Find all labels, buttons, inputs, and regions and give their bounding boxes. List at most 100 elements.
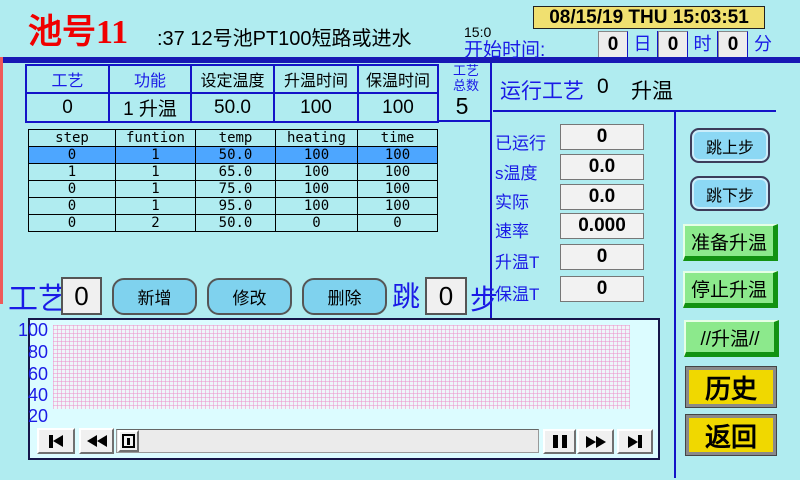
fast-forward-icon: [586, 436, 596, 448]
field-label-set-temp: s温度: [495, 159, 559, 184]
divider: [493, 110, 776, 112]
cell: 100: [358, 164, 438, 181]
cell: 100: [274, 93, 358, 122]
pause-icon: [553, 435, 558, 448]
back-button[interactable]: 返回: [686, 415, 776, 455]
field-label-actual: 实际: [495, 188, 559, 213]
panel-divider-vertical: [674, 112, 676, 478]
cell: 100: [358, 198, 438, 215]
cell: 1: [116, 164, 196, 181]
screen-edge-line: [0, 57, 3, 304]
field-value-heat-t: 0: [560, 244, 644, 270]
overlay-time-text: 15:0: [464, 24, 491, 40]
rewind-button[interactable]: [79, 428, 114, 454]
col-header: 保温时间: [358, 65, 438, 93]
cell: 50.0: [191, 93, 274, 122]
field-value-set-temp: 0.0: [560, 154, 644, 180]
cell: 100: [276, 164, 358, 181]
prepare-heating-button[interactable]: 准备升温: [683, 224, 778, 261]
datetime-display: 08/15/19 THU 15:03:51: [533, 6, 765, 29]
cell: 75.0: [196, 181, 276, 198]
hmi-screen: 池号11 :37 12号池PT100短路或进水 15:0 08/15/19 TH…: [0, 0, 800, 480]
alarm-message: :37 12号池PT100短路或进水: [157, 22, 412, 51]
cell: 1: [116, 181, 196, 198]
skip-to-end-button[interactable]: [617, 429, 653, 454]
step-table-row[interactable]: 0 1 95.0 100 100: [29, 198, 438, 215]
process-table: 工艺 功能 设定温度 升温时间 保温时间 0 1 升温 50.0 100 100: [25, 64, 439, 123]
cell: 0: [29, 147, 116, 164]
cell: 0: [358, 215, 438, 232]
cell: 1: [29, 164, 116, 181]
y-axis-tick: 20: [12, 406, 48, 427]
cell: 100: [276, 198, 358, 215]
col-header: temp: [196, 130, 276, 147]
run-process-mode: 升温: [631, 75, 673, 105]
divider: [437, 120, 491, 122]
delete-button[interactable]: 删除: [302, 278, 387, 315]
jump-up-step-button[interactable]: 跳上步: [690, 128, 770, 163]
cell: 0: [29, 215, 116, 232]
step-table-row[interactable]: 0 1 75.0 100 100: [29, 181, 438, 198]
chart-scrollbar-thumb[interactable]: [118, 430, 139, 452]
jump-label: 跳: [392, 275, 420, 315]
process-number-label: 工艺: [8, 274, 68, 318]
field-label-hold-t: 保温T: [495, 280, 559, 305]
modify-button[interactable]: 修改: [207, 278, 292, 315]
col-header: time: [358, 130, 438, 147]
chart-scrollbar-track[interactable]: [116, 429, 539, 453]
cell: 100: [358, 93, 438, 122]
thumb-icon: [122, 434, 135, 448]
process-total-label: 工艺 总数: [440, 63, 492, 93]
cell: 50.0: [196, 215, 276, 232]
y-axis-tick: 60: [12, 364, 48, 385]
rewind-icon: [87, 435, 97, 447]
skip-to-start-button[interactable]: [37, 428, 75, 454]
cell: 0: [29, 181, 116, 198]
process-table-header: 工艺 功能 设定温度 升温时间 保温时间: [26, 65, 438, 93]
field-label-rate: 速率: [495, 217, 559, 242]
field-value-actual: 0.0: [560, 184, 644, 210]
start-minute-unit: 分: [748, 31, 778, 58]
fast-forward-button[interactable]: [577, 429, 614, 454]
cell: 0: [26, 93, 109, 122]
header-divider: [0, 57, 800, 63]
cell: 2: [116, 215, 196, 232]
field-label-elapsed: 已运行: [495, 129, 559, 154]
cell: 95.0: [196, 198, 276, 215]
y-axis-tick: 40: [12, 385, 48, 406]
start-day-input[interactable]: 0: [598, 31, 628, 58]
start-time-row: 0 日 0 时 0 分: [598, 31, 778, 58]
col-header: heating: [276, 130, 358, 147]
step-table-row[interactable]: 1 1 65.0 100 100: [29, 164, 438, 181]
cell: 100: [358, 147, 438, 164]
cell: 0: [29, 198, 116, 215]
jump-down-step-button[interactable]: 跳下步: [690, 176, 770, 211]
field-value-rate: 0.000: [560, 213, 644, 239]
step-table: step funtion temp heating time 0 1 50.0 …: [28, 129, 438, 232]
col-header: 升温时间: [274, 65, 358, 93]
step-table-header: step funtion temp heating time: [29, 130, 438, 147]
heating-status-button[interactable]: //升温//: [684, 320, 779, 357]
col-header: 工艺: [26, 65, 109, 93]
history-button[interactable]: 历史: [686, 367, 776, 407]
cell: 100: [276, 147, 358, 164]
step-table-row[interactable]: 0 2 50.0 0 0: [29, 215, 438, 232]
jump-step-input[interactable]: 0: [425, 277, 467, 315]
page-title: 池号11: [28, 4, 128, 53]
y-axis-tick: 100: [12, 320, 48, 341]
run-process-label: 运行工艺: [500, 75, 584, 105]
y-axis-tick: 80: [12, 342, 48, 363]
col-header: funtion: [116, 130, 196, 147]
start-minute-input[interactable]: 0: [718, 31, 748, 58]
step-table-row-selected[interactable]: 0 1 50.0 100 100: [29, 147, 438, 164]
process-total-value: 5: [440, 93, 484, 120]
pause-button[interactable]: [543, 429, 576, 454]
cell: 65.0: [196, 164, 276, 181]
start-hour-input[interactable]: 0: [658, 31, 688, 58]
process-number-input[interactable]: 0: [61, 277, 102, 315]
add-button[interactable]: 新增: [112, 278, 197, 315]
field-value-hold-t: 0: [560, 276, 644, 302]
stop-heating-button[interactable]: 停止升温: [683, 271, 778, 308]
process-table-row[interactable]: 0 1 升温 50.0 100 100: [26, 93, 438, 122]
field-label-heat-t: 升温T: [495, 248, 559, 273]
